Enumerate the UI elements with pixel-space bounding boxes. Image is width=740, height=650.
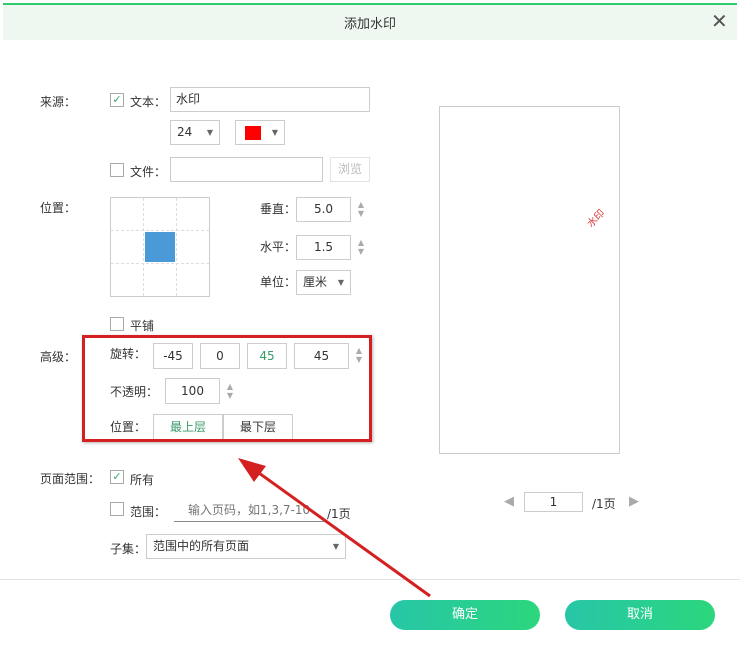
annotation-arrow: [238, 458, 431, 598]
